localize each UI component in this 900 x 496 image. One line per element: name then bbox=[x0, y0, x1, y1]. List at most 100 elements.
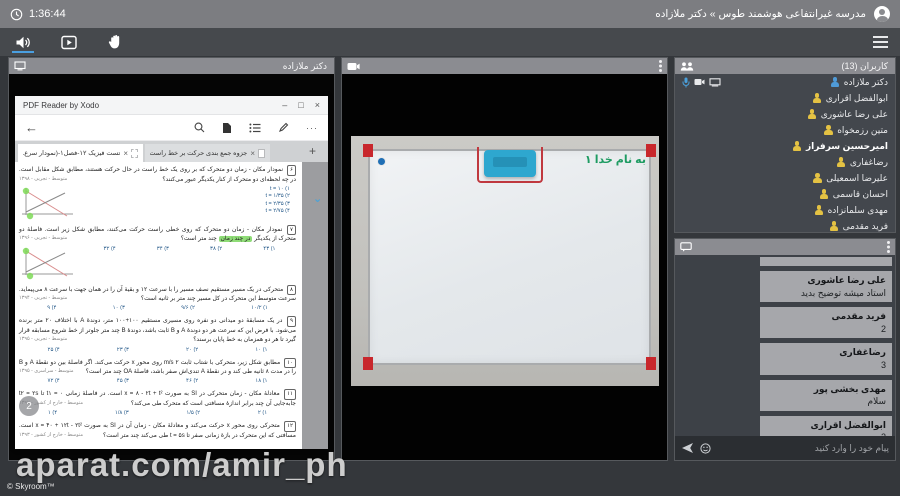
user-list-item[interactable]: احسان قاسمی bbox=[675, 186, 895, 202]
answer-option: ۴) t = ۲/۷۵ bbox=[265, 208, 290, 214]
message-sender: رضاغفاری bbox=[766, 346, 886, 359]
answer-option: ۱) ۱۸ bbox=[255, 378, 267, 384]
message-sender: فرید مقدمی bbox=[766, 310, 886, 323]
user-name: علیرضا اسمعیلی bbox=[826, 173, 888, 184]
user-avatar-icon[interactable] bbox=[874, 6, 890, 22]
tab-label: جزوه جمع بندی حرکت بر خط راست * bbox=[150, 149, 247, 157]
tab-close-icon[interactable]: × bbox=[123, 149, 128, 158]
user-list-item[interactable]: رضاغفاری bbox=[675, 154, 895, 170]
emoji-icon[interactable] bbox=[700, 443, 711, 454]
answer-options: ۱) ۴۳۲) ۳۸۳) ۳۴۴) ۳۲ bbox=[83, 246, 296, 252]
whiteboard-eraser bbox=[484, 150, 536, 177]
pdf-content-area[interactable]: ۶ نمودار مکان - زمان دو متحرک که بر روی … bbox=[15, 162, 328, 449]
answer-option: ۱) ۲ bbox=[258, 410, 267, 416]
board-mount bbox=[646, 144, 656, 157]
question-source-tag: متوسط - تجربی - ۱۳۹۸ bbox=[19, 176, 67, 184]
chat-message: علی رضا عاشوری استاد میشه توضیح بدید bbox=[760, 271, 892, 302]
minimize-button[interactable]: – bbox=[282, 101, 287, 110]
answer-option: ۱) ۱۰ bbox=[255, 347, 267, 353]
user-list-item[interactable]: ابوالفضل اقراری bbox=[675, 90, 895, 106]
user-list[interactable]: دکتر ملازاده bbox=[675, 74, 895, 232]
question-block: ۸ متحرکی در یک مسیر مستقیم نصف مسیر را ب… bbox=[19, 285, 296, 312]
audio-tab-button[interactable] bbox=[12, 30, 34, 54]
close-button[interactable]: × bbox=[315, 101, 320, 110]
back-arrow-icon[interactable]: ← bbox=[25, 120, 38, 135]
chat-message: ابوالفضل اقراری 2 bbox=[760, 416, 892, 436]
current-page: 2 bbox=[19, 396, 39, 416]
user-list-item[interactable]: مهدی سلمانزاده bbox=[675, 202, 895, 218]
total-pages: 10 bbox=[42, 403, 50, 410]
pen-icon[interactable] bbox=[278, 122, 289, 133]
user-list-item[interactable]: دکتر ملازاده bbox=[675, 74, 895, 90]
more-icon[interactable]: ··· bbox=[306, 123, 318, 133]
raise-hand-button[interactable] bbox=[104, 30, 126, 54]
document-icon bbox=[258, 149, 265, 158]
message-sender: مهدی بخشی پور bbox=[766, 383, 886, 396]
user-list-item[interactable]: علیرضا اسمعیلی bbox=[675, 170, 895, 186]
video-menu-icon[interactable] bbox=[659, 60, 662, 63]
outline-icon[interactable] bbox=[249, 123, 261, 133]
whiteboard-image: به نام خدا ۱ bbox=[351, 136, 659, 386]
user-list-item[interactable]: علی رضا عاشوری bbox=[675, 106, 895, 122]
answer-option: ۱) t = ۱۰ bbox=[270, 186, 290, 192]
answer-option: ۳) t = ۲/۳۵ bbox=[265, 201, 290, 207]
question-number: ۶ bbox=[287, 165, 296, 176]
answer-option: ۴) ۳۲ bbox=[104, 246, 116, 252]
pdf-tab[interactable]: × جزوه جمع بندی حرکت بر خط راست * bbox=[145, 144, 270, 162]
person-icon bbox=[812, 173, 822, 183]
pdf-page: ۶ نمودار مکان - زمان دو متحرک که بر روی … bbox=[15, 162, 302, 449]
person-icon bbox=[807, 109, 817, 119]
user-name: ابوالفضل اقراری bbox=[826, 93, 888, 104]
answer-option: ۲) ۹/۶ bbox=[181, 305, 195, 311]
chat-message: مهدی بخشی پور سلام bbox=[760, 380, 892, 411]
clock-icon bbox=[10, 8, 23, 21]
message-text: 3 bbox=[766, 359, 886, 372]
answer-option: ۲) ۱/۵ bbox=[186, 410, 200, 416]
screen-share-panel: دکتر ملازاده PDF Reader by Xodo – □ × ← bbox=[8, 57, 335, 461]
message-text: 2 bbox=[766, 323, 886, 336]
new-tab-button[interactable]: + bbox=[303, 144, 322, 158]
send-icon[interactable] bbox=[681, 442, 694, 454]
page-icon[interactable] bbox=[222, 122, 232, 134]
webcam-panel: به نام خدا ۱ bbox=[341, 57, 668, 461]
question-number: ۸ bbox=[287, 285, 296, 296]
board-mount bbox=[646, 357, 656, 370]
question-number: ۱۰ bbox=[284, 358, 296, 369]
whiteboard: به نام خدا ۱ bbox=[368, 149, 651, 365]
user-list-item[interactable]: متین رزمخواه bbox=[675, 122, 895, 138]
tab-label: تست فیزیک ۱۲-فصل۱-(نمودار سرع..* bbox=[23, 149, 120, 157]
topbar: 1:36:44 مدرسه غیرانتفاعی هوشمند طوس » دک… bbox=[0, 0, 900, 28]
tab-close-icon[interactable]: × bbox=[250, 149, 255, 158]
menu-icon[interactable] bbox=[873, 36, 888, 48]
question-number: ۱۱ bbox=[284, 389, 296, 400]
chat-menu-icon[interactable] bbox=[887, 241, 890, 244]
pdf-tab[interactable]: × تست فیزیک ۱۲-فصل۱-(نمودار سرع..* bbox=[18, 144, 143, 162]
message-sender: ابوالفضل اقراری bbox=[766, 419, 886, 432]
board-mount bbox=[363, 144, 373, 157]
chat-message: فرید مقدمی 2 bbox=[760, 307, 892, 338]
person-icon bbox=[819, 189, 829, 199]
maximize-button[interactable]: □ bbox=[298, 101, 303, 110]
person-icon bbox=[814, 205, 824, 215]
user-name: احسان قاسمی bbox=[833, 189, 888, 200]
person-icon bbox=[829, 221, 839, 231]
answer-options: ۱) ۱۰/۲۲) ۹/۶۳) ۱۰۴) ۹ bbox=[19, 305, 296, 311]
user-name: فرید مقدمی bbox=[843, 221, 888, 232]
answer-options: ۱) ۱۰۲) ۲۰۳) ۲۳۴) ۲۵ bbox=[19, 347, 296, 353]
whiteboard-handwriting: به نام خدا ۱ bbox=[585, 153, 646, 166]
teacher-annotation-arrow: ⌄ bbox=[313, 192, 322, 205]
search-icon[interactable] bbox=[194, 122, 205, 133]
answer-option: ۴) ۷۲ bbox=[48, 378, 60, 384]
chat-message-input[interactable] bbox=[717, 443, 889, 453]
user-list-item[interactable]: فرید مقدمی bbox=[675, 218, 895, 232]
session-timer: 1:36:44 bbox=[29, 8, 66, 20]
answer-option: ۱) ۱۰/۲ bbox=[251, 305, 268, 311]
pdf-tabstrip: × تست فیزیک ۱۲-فصل۱-(نمودار سرع..* × جزو… bbox=[15, 141, 328, 162]
media-player-button[interactable] bbox=[58, 30, 80, 54]
question-text-cont: چند متر است؟ bbox=[181, 236, 217, 242]
question-block: ۱۱ معادلهٔ مکان - زمان متحرکی در SI به ص… bbox=[19, 389, 296, 416]
screen-share-content: PDF Reader by Xodo – □ × ← bbox=[9, 74, 334, 460]
chat-message-list[interactable]: علی رضا عاشوری استاد میشه توضیح بدید فری… bbox=[675, 255, 895, 436]
user-list-item[interactable]: امیرحسین سرفراز bbox=[675, 138, 895, 154]
answer-option: ۱) ۴۳ bbox=[263, 246, 275, 252]
